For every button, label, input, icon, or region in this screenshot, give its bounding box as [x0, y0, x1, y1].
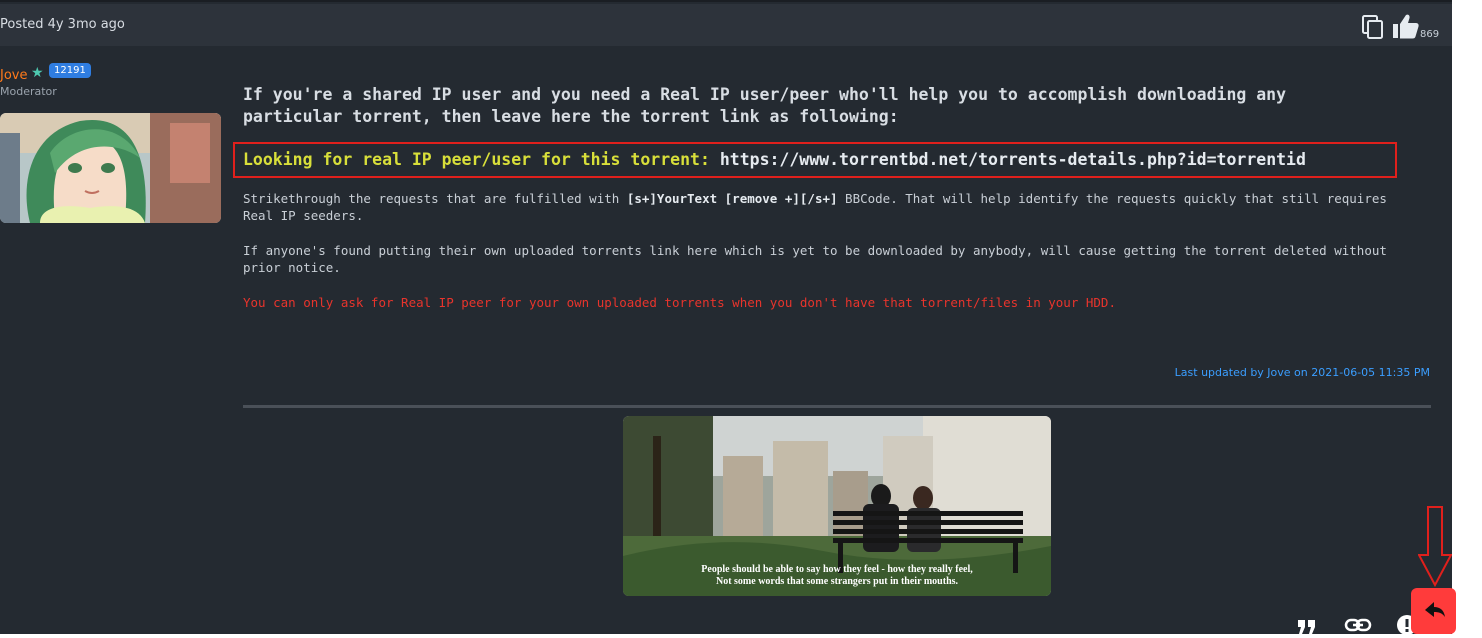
- highlight-line: Looking for real IP peer/user for this t…: [243, 150, 1306, 169]
- author-role: Moderator: [0, 85, 57, 98]
- reputation-badge: 12191: [49, 63, 91, 78]
- caption-line-1: People should be able to say how they fe…: [701, 564, 973, 575]
- avatar[interactable]: [0, 113, 221, 223]
- highlight-link[interactable]: https://www.torrentbd.net/torrents-detai…: [720, 150, 1306, 169]
- last-updated: Last updated by Jove on 2021-06-05 11:35…: [1174, 366, 1430, 379]
- posted-time: Posted 4y 3mo ago: [0, 17, 125, 32]
- bbcode-sample: [s+]YourText [remove +][/s+]: [626, 191, 838, 206]
- reply-icon: [1425, 602, 1445, 617]
- star-icon: ★: [31, 65, 44, 81]
- signature-image: People should be able to say how they fe…: [623, 416, 1051, 596]
- forum-post: Posted 4y 3mo ago 869 Jove ★ 12191 Moder…: [0, 0, 1452, 636]
- warning-paragraph: If anyone's found putting their own uplo…: [243, 243, 1387, 275]
- copy-icon[interactable]: [1361, 14, 1385, 40]
- signature-divider: [243, 405, 1431, 408]
- caption-line-2: Not some words that some strangers put i…: [715, 575, 959, 587]
- link-icon[interactable]: [1344, 615, 1372, 635]
- thumbs-up-icon[interactable]: [1391, 12, 1421, 40]
- arrow-annotation-icon: [1418, 506, 1452, 587]
- highlight-label: Looking for real IP peer/user for this t…: [243, 150, 710, 169]
- post-header: Posted 4y 3mo ago 869: [0, 4, 1452, 46]
- quote-icon[interactable]: [1296, 614, 1318, 636]
- intro-text: If you're a shared IP user and you need …: [243, 85, 1287, 126]
- red-notice: You can only ask for Real IP peer for yo…: [243, 295, 1116, 310]
- like-count: 869: [1420, 29, 1440, 40]
- author-name[interactable]: Jove: [0, 68, 27, 83]
- instruction-paragraph: Strikethrough the requests that are fulf…: [243, 190, 1418, 224]
- image-caption: People should be able to say how they fe…: [623, 564, 1051, 587]
- p1-text-a: Strikethrough the requests that are fulf…: [243, 191, 627, 206]
- reply-button[interactable]: [1411, 588, 1456, 634]
